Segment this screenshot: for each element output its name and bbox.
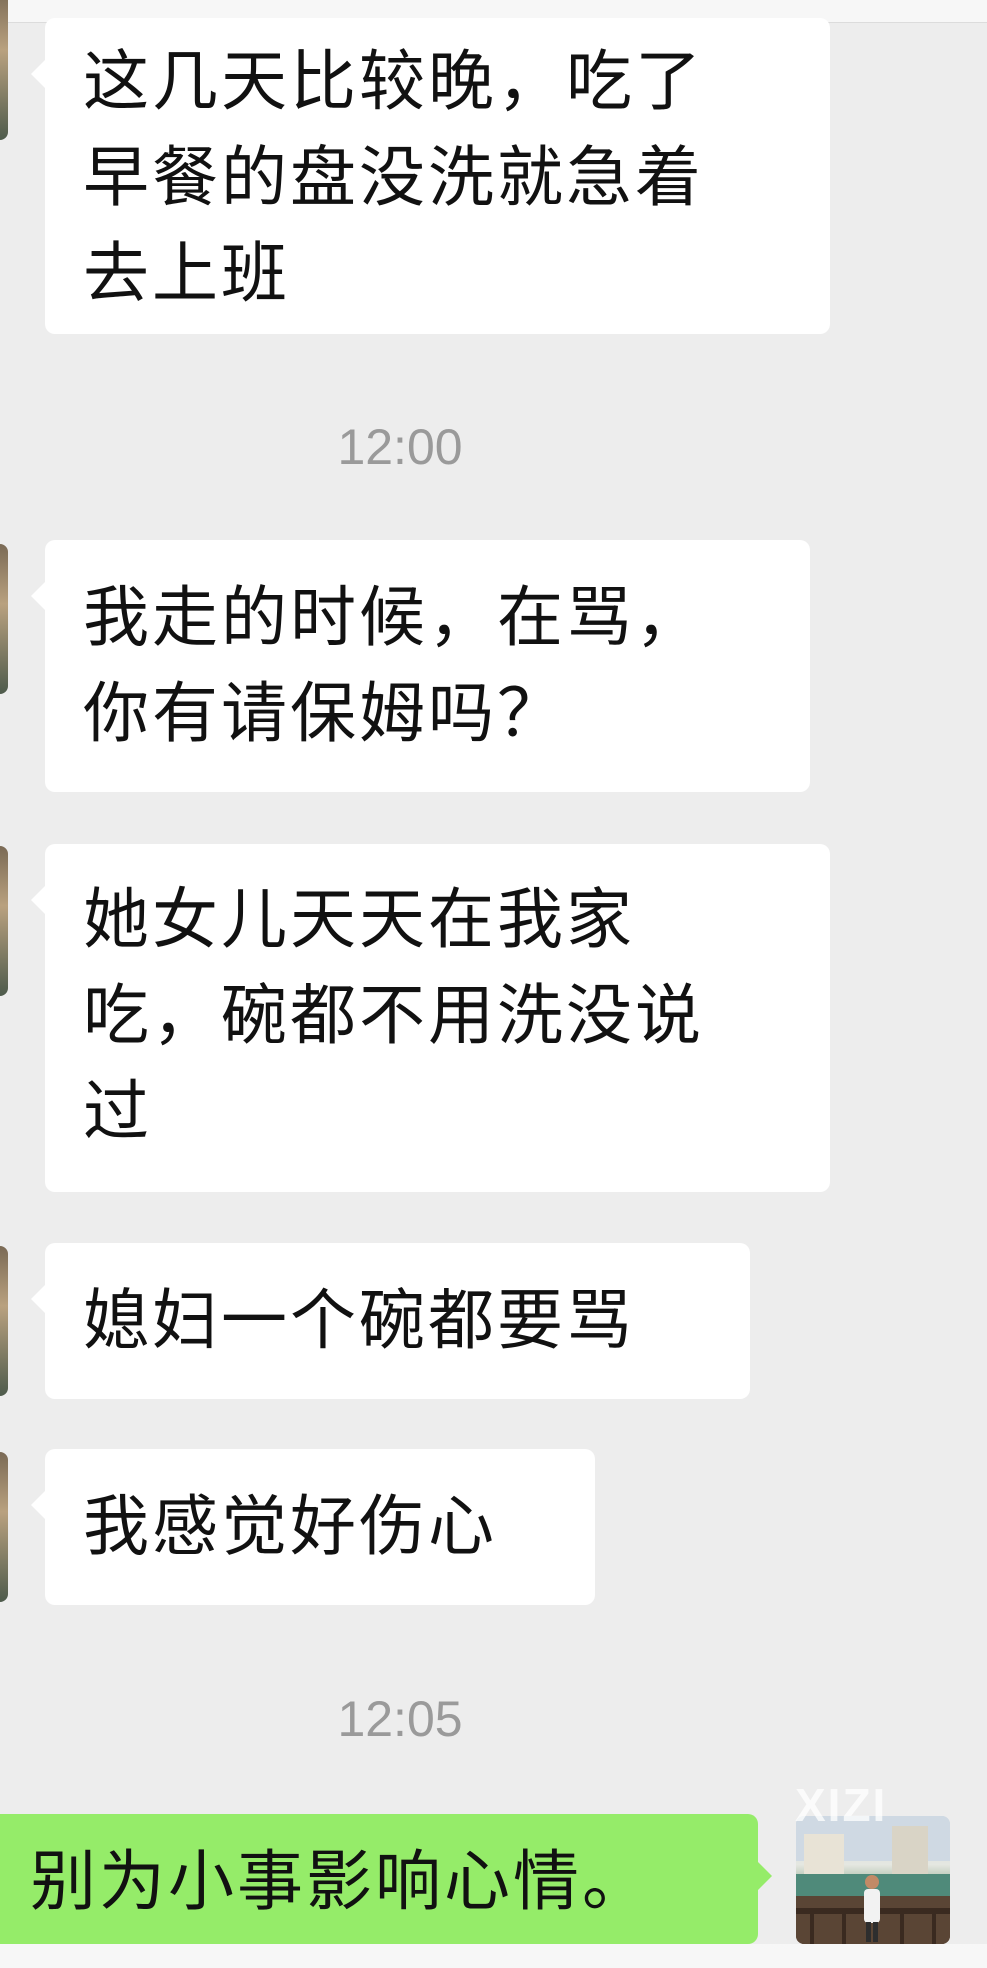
message-bubble-incoming[interactable]: 我感觉好伤心 — [31, 1449, 595, 1605]
contact-avatar[interactable] — [0, 1452, 8, 1602]
contact-avatar[interactable] — [0, 846, 8, 996]
watermark-logo: XIZI — [795, 1779, 888, 1831]
message-bubble-incoming[interactable]: 她女儿天天在我家 吃，碗都不用洗没说 过 — [31, 844, 830, 1192]
message-bubble-incoming[interactable]: 媳妇一个碗都要骂 — [31, 1243, 750, 1399]
message-bubble-outgoing[interactable]: 别为小事影响心情。 — [0, 1814, 772, 1944]
contact-avatar[interactable] — [0, 0, 8, 140]
timestamp: 12:05 — [337, 1691, 463, 1747]
timestamp: 12:00 — [337, 419, 463, 475]
user-avatar-image — [796, 1816, 950, 1944]
message-bubble-incoming[interactable]: 这几天比较晚，吃了 早餐的盘没洗就急着 去上班 — [31, 18, 830, 334]
user-avatar[interactable] — [796, 1816, 950, 1944]
message-bubble-incoming[interactable]: 我走的时候，在骂， 你有请保姆吗？ — [31, 540, 810, 792]
bottom-bar — [0, 1944, 987, 1968]
contact-avatar[interactable] — [0, 544, 8, 694]
contact-avatar[interactable] — [0, 1246, 8, 1396]
